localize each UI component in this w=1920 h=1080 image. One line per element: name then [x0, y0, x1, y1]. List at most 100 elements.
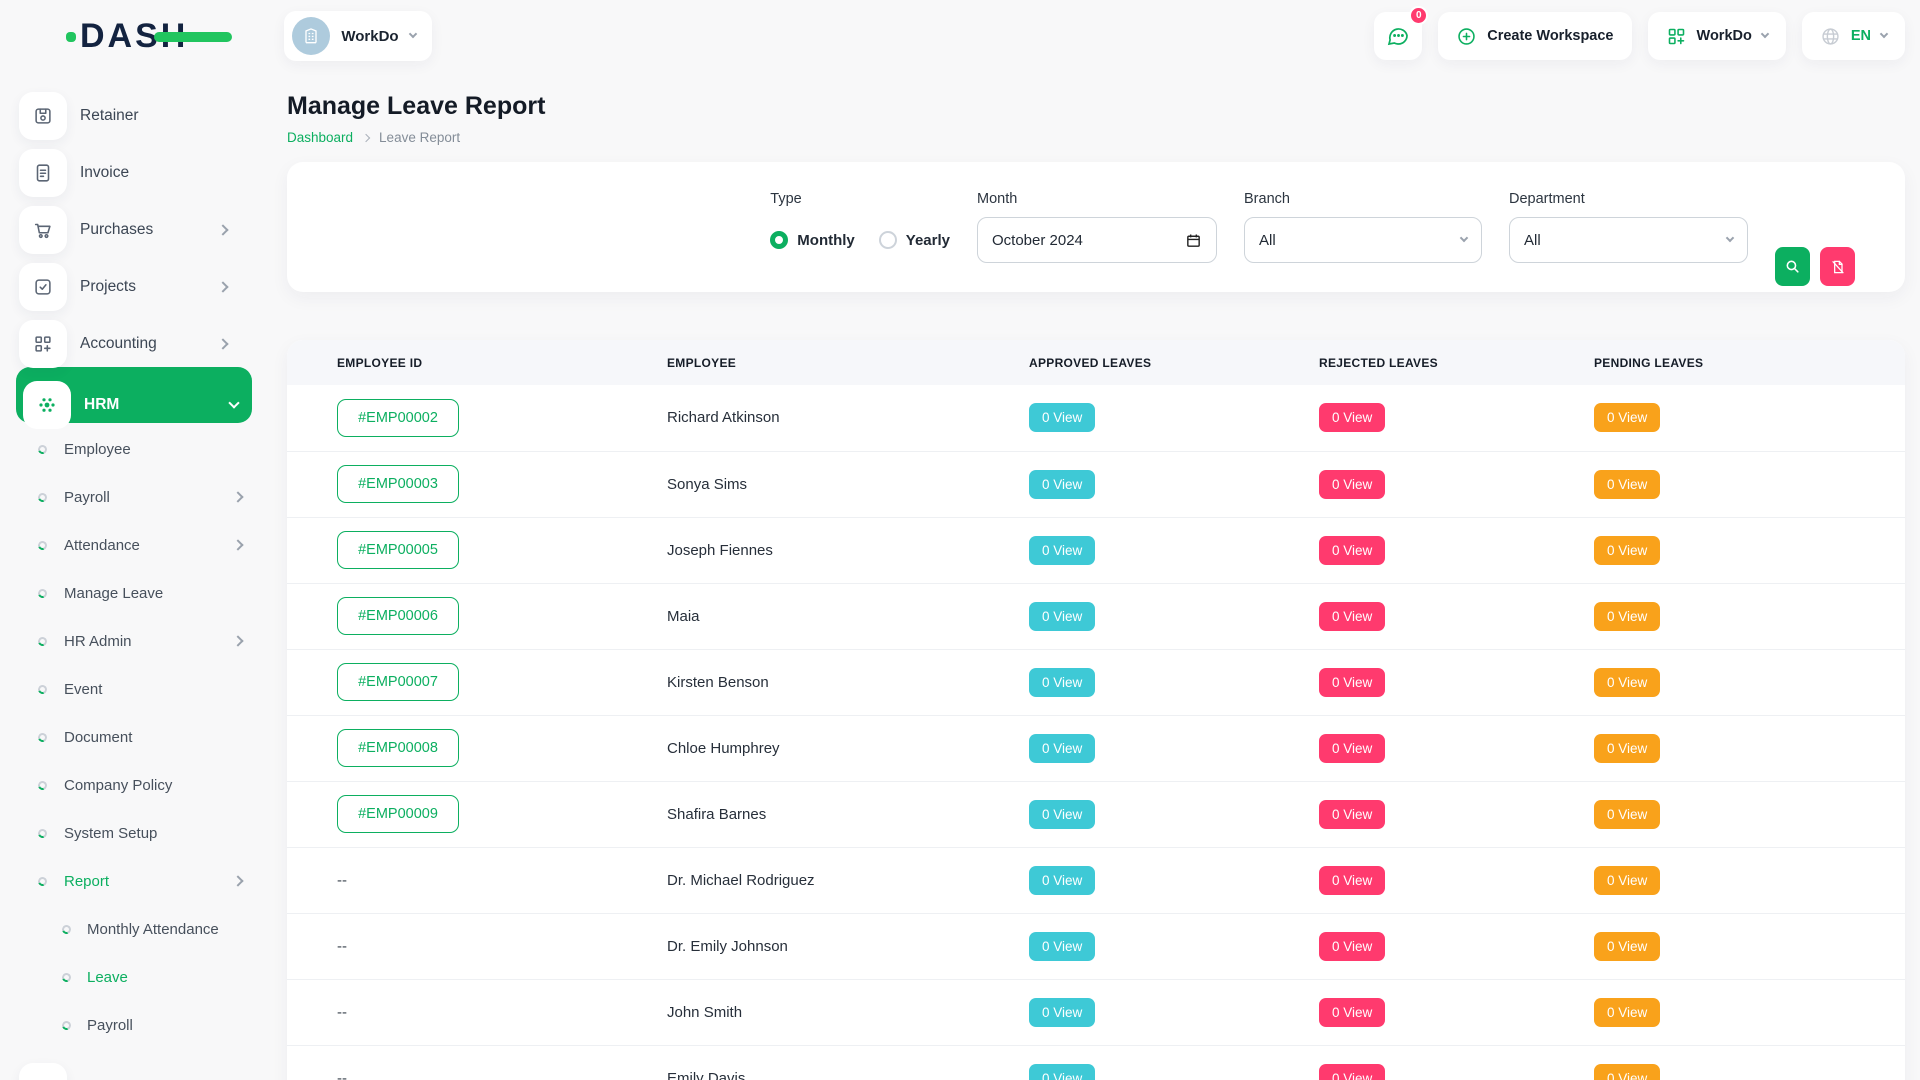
pending-leaves-view-badge[interactable]: 0 View: [1594, 536, 1660, 565]
type-yearly-radio[interactable]: Yearly: [879, 231, 950, 249]
chevron-down-icon: [408, 30, 416, 38]
pending-leaves-view-badge[interactable]: 0 View: [1594, 998, 1660, 1027]
type-monthly-radio[interactable]: Monthly: [770, 231, 855, 249]
approved-leaves-view-badge[interactable]: 0 View: [1029, 403, 1095, 432]
pending-leaves-view-badge[interactable]: 0 View: [1594, 403, 1660, 432]
rejected-leaves-view-badge[interactable]: 0 View: [1319, 800, 1385, 829]
logo-dot-icon: [66, 32, 76, 42]
month-input[interactable]: October 2024: [977, 217, 1217, 263]
sidebar-item-payroll[interactable]: Payroll: [16, 1005, 252, 1045]
sidebar-item-leave[interactable]: Leave: [16, 957, 252, 997]
filter-card: Type Monthly Yearly Month October 2024: [287, 162, 1905, 292]
sidebar-item-report[interactable]: Report: [16, 861, 252, 901]
pending-leaves-view-badge[interactable]: 0 View: [1594, 668, 1660, 697]
chevron-right-icon: [217, 281, 228, 292]
approved-leaves-view-badge[interactable]: 0 View: [1029, 536, 1095, 565]
employee-name: Joseph Fiennes: [667, 517, 1029, 583]
rejected-leaves-view-badge[interactable]: 0 View: [1319, 932, 1385, 961]
rejected-leaves-view-badge[interactable]: 0 View: [1319, 998, 1385, 1027]
pending-leaves-view-badge[interactable]: 0 View: [1594, 932, 1660, 961]
approved-leaves-view-badge[interactable]: 0 View: [1029, 1064, 1095, 1080]
employee-id-empty: --: [337, 1004, 347, 1021]
sidebar-item-manage-leave[interactable]: Manage Leave: [16, 573, 252, 613]
employee-id-badge[interactable]: #EMP00008: [337, 729, 459, 767]
sidebar-item-event[interactable]: Event: [16, 669, 252, 709]
sidebar-item-label: Attendance: [64, 537, 140, 554]
messages-count-badge: 0: [1409, 6, 1428, 25]
sidebar-item-retainer[interactable]: Retainer: [16, 82, 252, 130]
sidebar-item-invoice[interactable]: Invoice: [16, 139, 252, 187]
bullet-icon: [61, 1019, 73, 1031]
employee-id-badge[interactable]: #EMP00003: [337, 465, 459, 503]
approved-leaves-view-badge[interactable]: 0 View: [1029, 800, 1095, 829]
chevron-right-icon: [232, 635, 243, 646]
department-select[interactable]: All: [1509, 217, 1748, 263]
sidebar-item-hrm[interactable]: HRM: [16, 367, 252, 423]
employee-id-badge[interactable]: #EMP00005: [337, 531, 459, 569]
column-employee-id: EMPLOYEE ID: [287, 340, 667, 385]
bullet-icon: [61, 971, 73, 983]
employee-id-badge[interactable]: #EMP00002: [337, 399, 459, 437]
rejected-leaves-view-badge[interactable]: 0 View: [1319, 734, 1385, 763]
approved-leaves-view-badge[interactable]: 0 View: [1029, 932, 1095, 961]
breadcrumb-dashboard-link[interactable]: Dashboard: [287, 130, 353, 145]
table-row: --John Smith0 View0 View0 View: [287, 979, 1905, 1045]
bullet-icon: [37, 731, 49, 743]
app-logo[interactable]: DASH: [66, 17, 188, 56]
sidebar-item-monthly-attendance[interactable]: Monthly Attendance: [16, 909, 252, 949]
employee-name: Shafira Barnes: [667, 781, 1029, 847]
sidebar-item-projects[interactable]: Projects: [16, 253, 252, 301]
pending-leaves-view-badge[interactable]: 0 View: [1594, 1064, 1660, 1080]
employee-id-badge[interactable]: #EMP00007: [337, 663, 459, 701]
sidebar-item-attendance[interactable]: Attendance: [16, 525, 252, 565]
pending-leaves-view-badge[interactable]: 0 View: [1594, 734, 1660, 763]
rejected-leaves-view-badge[interactable]: 0 View: [1319, 866, 1385, 895]
rejected-leaves-view-badge[interactable]: 0 View: [1319, 1064, 1385, 1080]
pending-leaves-view-badge[interactable]: 0 View: [1594, 866, 1660, 895]
approved-leaves-view-badge[interactable]: 0 View: [1029, 866, 1095, 895]
pending-leaves-view-badge[interactable]: 0 View: [1594, 800, 1660, 829]
rejected-leaves-view-badge[interactable]: 0 View: [1319, 536, 1385, 565]
sidebar-item-document[interactable]: Document: [16, 717, 252, 757]
workdo-menu-label: WorkDo: [1697, 28, 1752, 44]
sidebar-item-payroll[interactable]: Payroll: [16, 477, 252, 517]
workspace-name: WorkDo: [341, 28, 398, 45]
sidebar-item-hr-admin[interactable]: HR Admin: [16, 621, 252, 661]
table-row: --Dr. Emily Johnson0 View0 View0 View: [287, 913, 1905, 979]
monthly-radio-label: Monthly: [797, 232, 855, 249]
rejected-leaves-view-badge[interactable]: 0 View: [1319, 602, 1385, 631]
create-workspace-button[interactable]: Create Workspace: [1438, 12, 1631, 60]
bullet-icon: [37, 539, 49, 551]
sidebar-item-pos[interactable]: POS: [16, 1053, 252, 1080]
approved-leaves-view-badge[interactable]: 0 View: [1029, 602, 1095, 631]
pending-leaves-view-badge[interactable]: 0 View: [1594, 602, 1660, 631]
sidebar-item-label: Company Policy: [64, 777, 172, 794]
approved-leaves-view-badge[interactable]: 0 View: [1029, 470, 1095, 499]
sidebar-item-label: HRM: [84, 396, 119, 414]
workspace-selector[interactable]: WorkDo: [284, 11, 431, 61]
pending-leaves-view-badge[interactable]: 0 View: [1594, 470, 1660, 499]
employee-id-badge[interactable]: #EMP00009: [337, 795, 459, 833]
table-row: --Dr. Michael Rodriguez0 View0 View0 Vie…: [287, 847, 1905, 913]
approved-leaves-view-badge[interactable]: 0 View: [1029, 998, 1095, 1027]
bullet-icon: [37, 827, 49, 839]
sidebar-item-company-policy[interactable]: Company Policy: [16, 765, 252, 805]
rejected-leaves-view-badge[interactable]: 0 View: [1319, 403, 1385, 432]
sidebar-item-purchases[interactable]: Purchases: [16, 196, 252, 244]
branch-select[interactable]: All: [1244, 217, 1482, 263]
logo-dash-icon: [154, 32, 232, 42]
search-button[interactable]: [1775, 247, 1810, 286]
rejected-leaves-view-badge[interactable]: 0 View: [1319, 668, 1385, 697]
workdo-menu-button[interactable]: WorkDo: [1648, 12, 1786, 60]
approved-leaves-view-badge[interactable]: 0 View: [1029, 734, 1095, 763]
approved-leaves-view-badge[interactable]: 0 View: [1029, 668, 1095, 697]
language-selector[interactable]: EN: [1802, 12, 1905, 60]
table-row: #EMP00008Chloe Humphrey0 View0 View0 Vie…: [287, 715, 1905, 781]
messages-button[interactable]: 0: [1374, 12, 1422, 60]
employee-id-badge[interactable]: #EMP00006: [337, 597, 459, 635]
sidebar-item-accounting[interactable]: Accounting: [16, 310, 252, 358]
sidebar-item-system-setup[interactable]: System Setup: [16, 813, 252, 853]
rejected-leaves-view-badge[interactable]: 0 View: [1319, 470, 1385, 499]
sidebar-item-employee[interactable]: Employee: [16, 429, 252, 469]
reset-filter-button[interactable]: [1820, 247, 1855, 286]
